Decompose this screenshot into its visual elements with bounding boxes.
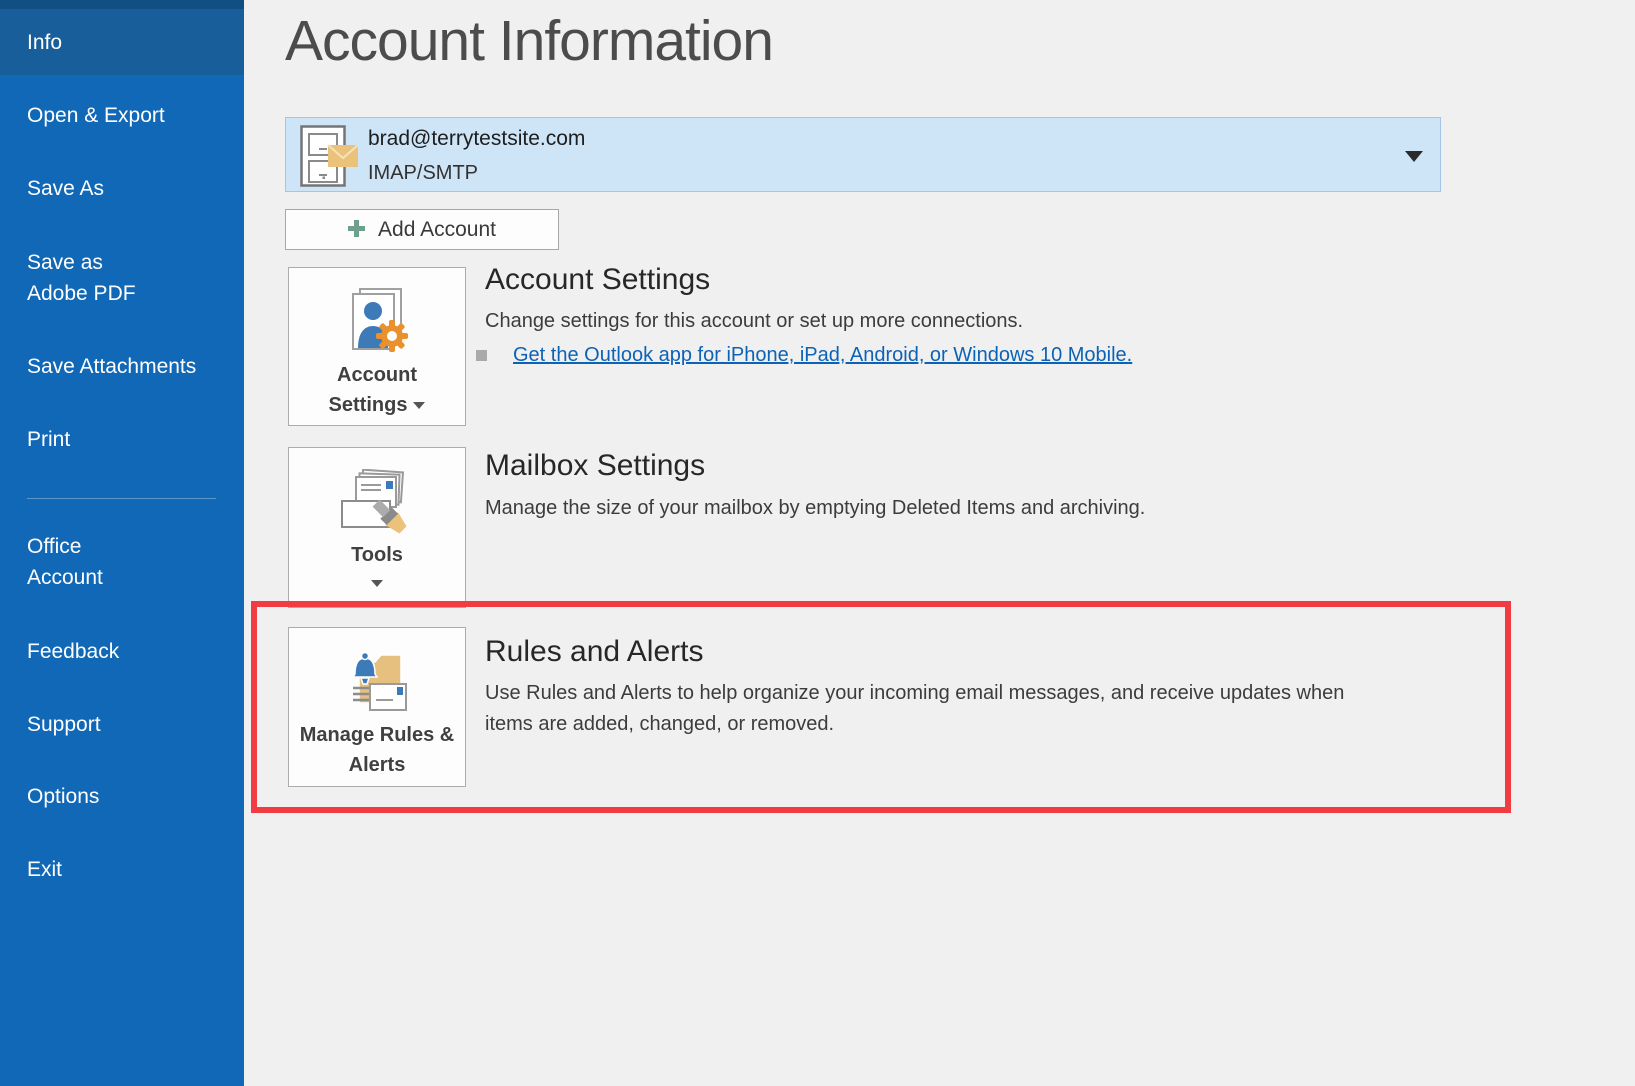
sidebar-item-save-as[interactable]: Save As (0, 173, 244, 204)
sidebar-item-feedback[interactable]: Feedback (0, 636, 244, 667)
page-title: Account Information (285, 8, 773, 74)
account-settings-icon (344, 286, 410, 358)
section-heading-rules-and-alerts: Rules and Alerts (485, 635, 703, 669)
sidebar-item-save-attachments[interactable]: Save Attachments (0, 351, 244, 382)
sidebar-item-label: Feedback (27, 640, 119, 663)
account-information-panel: Account Information brad@terrytestsite.c… (244, 0, 1635, 1086)
sidebar-top-strip (0, 0, 244, 9)
sidebar-divider (27, 498, 216, 499)
mailbox-cleanup-icon (340, 466, 414, 538)
sidebar-item-info[interactable]: Info (0, 9, 244, 75)
get-outlook-app-link[interactable]: Get the Outlook app for iPhone, iPad, An… (513, 344, 1132, 367)
sidebar-item-options[interactable]: Options (0, 781, 244, 812)
sidebar-item-label: Exit (27, 858, 62, 881)
sidebar-item-support[interactable]: Support (0, 709, 244, 740)
backstage-sidebar: Info Open & Export Save As Save as Adobe… (0, 0, 244, 1086)
tools-button-label: Tools (343, 538, 411, 570)
chevron-down-icon (371, 580, 383, 587)
sidebar-item-print[interactable]: Print (0, 424, 244, 455)
sidebar-item-label: Save Attachments (27, 355, 196, 378)
section-desc-mailbox-settings: Manage the size of your mailbox by empty… (485, 493, 1445, 524)
manage-rules-alerts-button-label: Manage Rules & Alerts (289, 718, 465, 780)
account-type-icon (300, 125, 358, 192)
sidebar-item-label: Support (27, 713, 101, 736)
account-email: brad@terrytestsite.com (368, 127, 585, 151)
section-desc-account-settings: Change settings for this account or set … (485, 306, 1385, 337)
sidebar-item-label: Options (27, 785, 99, 808)
manage-rules-alerts-button[interactable]: Manage Rules & Alerts (288, 627, 466, 787)
account-protocol: IMAP/SMTP (368, 162, 478, 185)
mailbox-cleanup-tools-button[interactable]: Tools (288, 447, 466, 608)
chevron-down-icon (413, 402, 425, 409)
sidebar-item-exit[interactable]: Exit (0, 854, 244, 885)
account-settings-button[interactable]: Account Settings (288, 267, 466, 426)
plus-icon (348, 220, 365, 240)
sidebar-item-label: Save As (27, 177, 104, 200)
sidebar-item-label: Print (27, 428, 70, 451)
add-account-label: Add Account (378, 218, 496, 242)
sidebar-item-open-export[interactable]: Open & Export (0, 100, 244, 131)
sidebar-item-label: Info (27, 27, 62, 58)
add-account-button[interactable]: Add Account (285, 209, 559, 250)
sidebar-item-save-as-adobe-pdf[interactable]: Save as Adobe PDF (0, 247, 180, 309)
sidebar-item-office-account[interactable]: Office Account (0, 531, 150, 593)
section-heading-account-settings: Account Settings (485, 263, 710, 297)
sidebar-item-label: Save as Adobe PDF (27, 251, 136, 305)
chevron-down-icon[interactable] (1405, 151, 1423, 162)
account-selector[interactable]: brad@terrytestsite.com IMAP/SMTP (285, 117, 1441, 192)
section-heading-mailbox-settings: Mailbox Settings (485, 449, 705, 483)
account-settings-button-label: Account Settings (289, 358, 465, 420)
sidebar-item-label: Open & Export (27, 104, 165, 127)
rules-alerts-icon (343, 646, 411, 718)
section-desc-rules-and-alerts: Use Rules and Alerts to help organize yo… (485, 678, 1345, 740)
bullet-square-icon (476, 350, 487, 361)
sidebar-item-label: Office Account (27, 535, 103, 589)
